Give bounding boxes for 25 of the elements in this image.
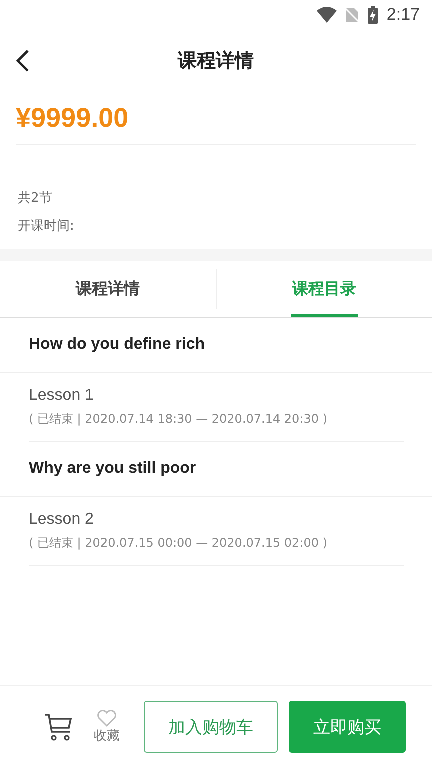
cart-icon[interactable] xyxy=(44,712,74,742)
lesson-time: ( 已结束 | 2020.07.14 18:30 — 2020.07.14 20:30 ) xyxy=(29,410,328,428)
status-time: 2:17 xyxy=(386,5,420,25)
battery-charging-icon xyxy=(366,6,379,24)
favorite-label: 收藏 xyxy=(94,728,120,744)
price: ¥9999.00 xyxy=(16,102,129,134)
wifi-icon xyxy=(316,7,337,23)
chapter-title: Why are you still poor xyxy=(29,460,196,478)
lesson-item[interactable]: Lesson 1 ( 已结束 | 2020.07.14 18:30 — 2020.07.14 20:30 ) xyxy=(29,373,404,442)
favorite-button[interactable]: 收藏 xyxy=(94,710,120,744)
page-title: 课程详情 xyxy=(178,49,254,74)
add-to-cart-button[interactable]: 加入购物车 xyxy=(144,701,278,753)
back-icon[interactable] xyxy=(16,49,30,73)
lesson-item[interactable]: Lesson 2 ( 已结束 | 2020.07.15 00:00 — 2020.07.15 02:00 ) xyxy=(29,497,404,566)
heart-icon xyxy=(97,710,117,726)
lesson-title: Lesson 1 xyxy=(29,386,95,404)
lesson-time: ( 已结束 | 2020.07.15 00:00 — 2020.07.15 02:00 ) xyxy=(29,534,328,552)
chapter-title: How do you define rich xyxy=(29,336,206,354)
lesson-title: Lesson 2 xyxy=(29,510,95,528)
start-time-label: 开课时间: xyxy=(18,218,76,236)
no-sim-icon xyxy=(344,7,359,23)
buy-now-button[interactable]: 立即购买 xyxy=(289,701,406,753)
lesson-count: 共2节 xyxy=(18,190,54,208)
tab[interactable]: 课程详情 xyxy=(0,261,216,317)
tab[interactable]: 课程目录 xyxy=(216,261,432,317)
